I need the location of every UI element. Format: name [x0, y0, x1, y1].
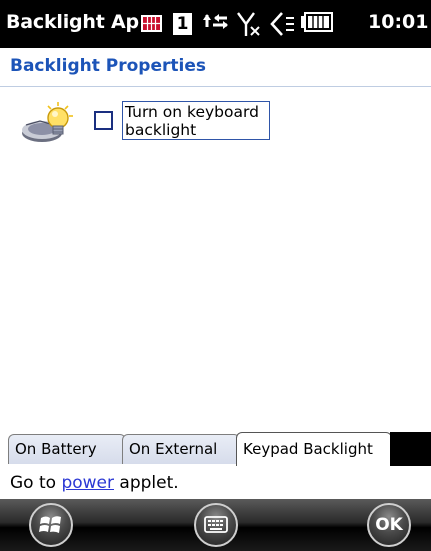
- tab-on-external[interactable]: On External: [122, 434, 240, 464]
- ok-button[interactable]: OK: [367, 503, 411, 547]
- ok-label: OK: [375, 515, 403, 535]
- tab-on-battery-label: On Battery: [15, 440, 97, 458]
- page-title: Backlight Properties: [10, 56, 206, 76]
- sim-slot-icon: 1: [173, 13, 192, 35]
- keyboard-backlight-label[interactable]: Turn on keyboard backlight: [122, 101, 270, 140]
- app-title: Backlight Ap: [6, 11, 139, 33]
- soft-key-bar: OK: [0, 499, 431, 551]
- power-applet-link[interactable]: power: [61, 473, 114, 493]
- page-header: Backlight Properties: [0, 48, 431, 87]
- sim-card-icon[interactable]: [140, 0, 164, 48]
- goto-prefix: Go to: [10, 473, 62, 493]
- windows-start-icon: [39, 516, 61, 533]
- sim-number: 1: [176, 14, 189, 34]
- tab-bar-tail: [390, 432, 431, 466]
- clock[interactable]: 10:01: [368, 11, 428, 33]
- tab-keypad-backlight[interactable]: Keypad Backlight: [236, 432, 392, 466]
- goto-suffix: applet.: [114, 473, 179, 493]
- tab-bar: On Battery On External Keypad Backlight: [0, 432, 431, 466]
- lightbulb-icon: [22, 102, 73, 142]
- start-button[interactable]: [29, 503, 73, 547]
- title-bar: Backlight Ap 1 10:01: [0, 0, 431, 48]
- keyboard-button[interactable]: [194, 503, 238, 547]
- battery-icon[interactable]: [300, 0, 334, 48]
- data-connection-icon[interactable]: [202, 0, 230, 48]
- keypad-backlight-panel: Turn on keyboard backlight: [0, 87, 431, 432]
- keyboard-icon: [204, 516, 228, 533]
- no-signal-icon[interactable]: [236, 0, 264, 48]
- keyboard-backlight-checkbox[interactable]: [94, 111, 113, 130]
- tab-on-battery[interactable]: On Battery: [8, 434, 126, 464]
- volume-icon[interactable]: [268, 0, 296, 48]
- power-applet-line: Go to power applet.: [10, 473, 179, 493]
- tab-keypad-backlight-label: Keypad Backlight: [243, 440, 373, 458]
- tab-on-external-label: On External: [129, 440, 218, 458]
